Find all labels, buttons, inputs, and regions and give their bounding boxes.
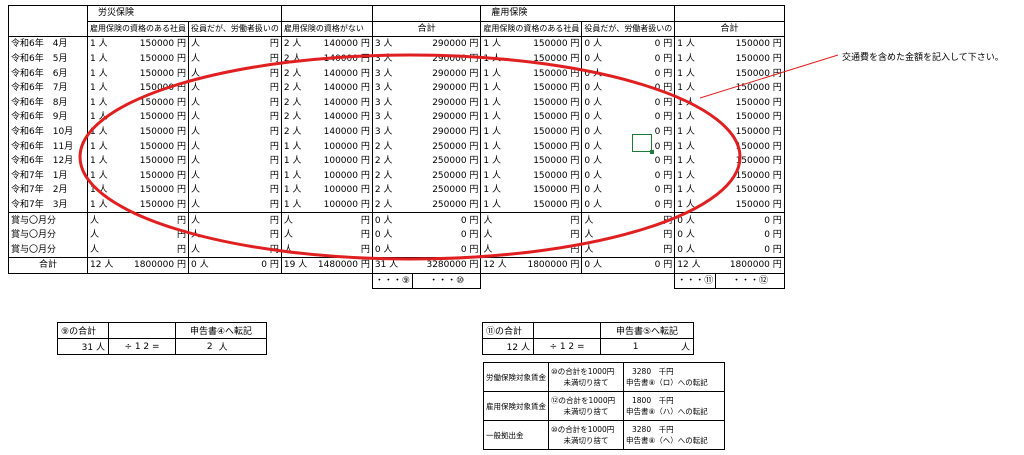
left-box-total-value[interactable]: 31 人 [57, 338, 109, 355]
transfer-label-rousai: 労働保険対象賃金 [483, 362, 549, 392]
transfer-rule-general: ⑩の合計を1000円 未満切り捨て [548, 420, 624, 450]
left-summary-box: ⑨の合計 申告書④へ転記 31 人 ÷ 1 2 = 2 人 [57, 322, 267, 355]
right-box-result[interactable]: 1 [600, 338, 642, 355]
transfer-label-general: 一般拠出金 [483, 420, 549, 450]
transfer-rule-koyou: ⑫の合計を1000円 未満切り捨て [548, 391, 624, 421]
left-box-unit: 人 [215, 338, 267, 355]
left-box-header-transfer: 申告書④へ転記 [175, 322, 267, 339]
transfer-label-koyou: 雇用保険対象賃金 [483, 391, 549, 421]
transfer-value-general[interactable]: 3280 千円 申告書⑧（ヘ）への転記 [623, 420, 725, 450]
left-box-divide: ÷ 1 2 = [108, 338, 176, 355]
transfer-rule-rousai: ⑩の合計を1000円 未満切り捨て [548, 362, 624, 392]
right-box-total-value[interactable]: 12 人 [482, 338, 534, 355]
red-ellipse-annotation [78, 53, 742, 261]
right-box-header-total: ⑪の合計 [482, 322, 534, 339]
transfer-table: 労働保険対象賃金 ⑩の合計を1000円 未満切り捨て 3280 千円 申告書⑧（ロ）… [483, 362, 725, 450]
right-box-divide: ÷ 1 2 = [533, 338, 601, 355]
right-summary-box: ⑪の合計 申告書⑤へ転記 12 人 ÷ 1 2 = 1 人 [482, 322, 694, 355]
note-pointer-line [699, 54, 839, 99]
right-box-unit: 人 [641, 338, 694, 355]
transfer-value-rousai[interactable]: 3280 千円 申告書⑧（ロ）への転記 [623, 362, 725, 392]
right-box-header-transfer: 申告書⑤へ転記 [600, 322, 694, 339]
transfer-value-koyou[interactable]: 1800 千円 申告書⑧（ハ）への転記 [623, 391, 725, 421]
left-box-header-total: ⑨の合計 [57, 322, 109, 339]
left-box-result[interactable]: 2 [174, 338, 216, 355]
